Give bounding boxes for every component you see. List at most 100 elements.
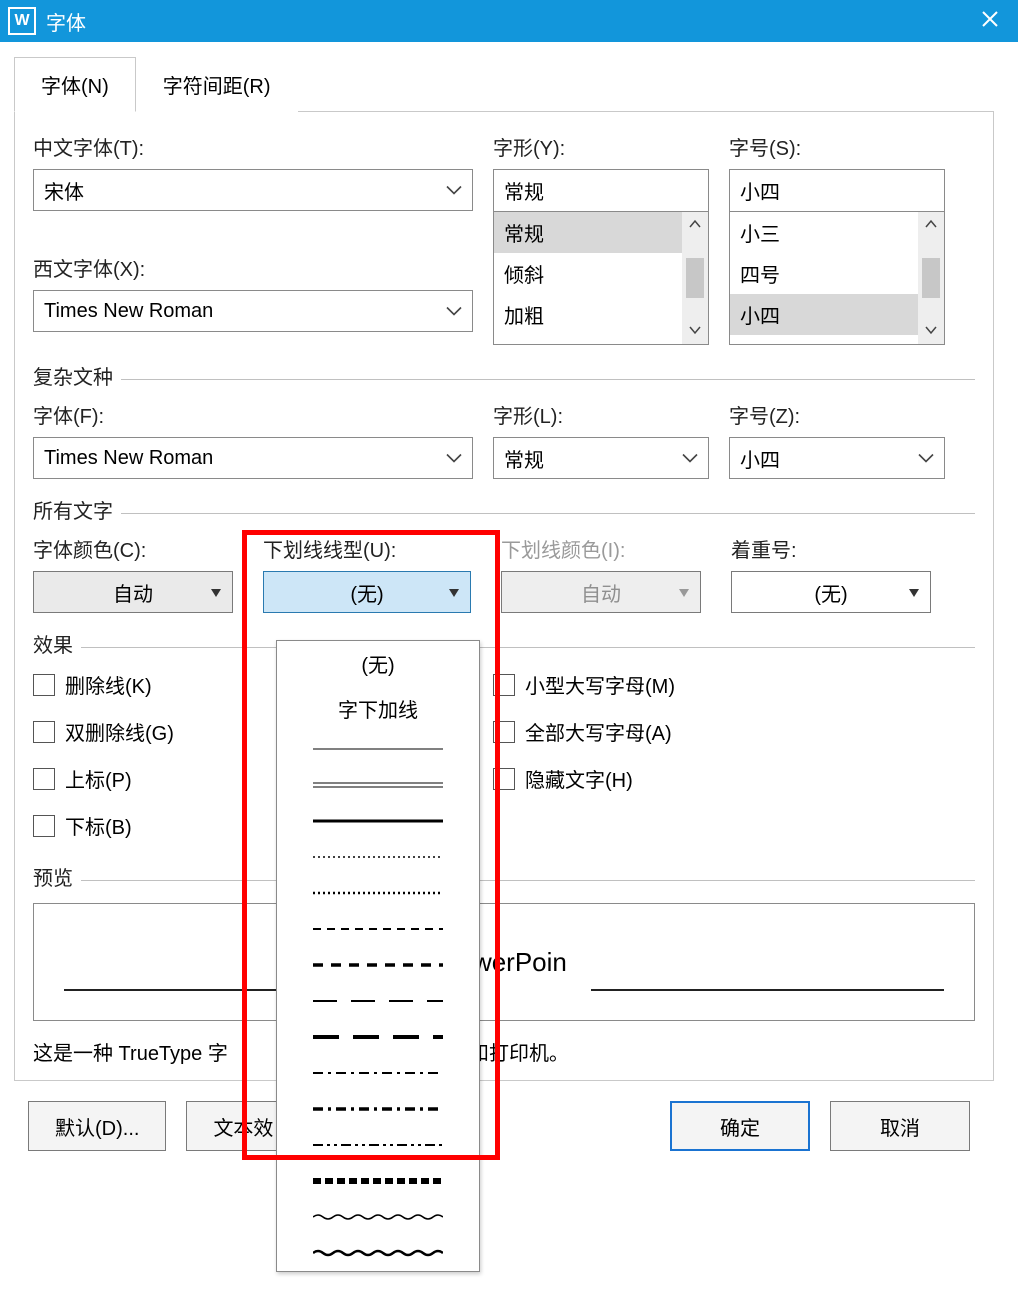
- checkbox-icon: [493, 721, 515, 743]
- chevron-down-icon: [446, 179, 462, 202]
- size-option[interactable]: 四号: [730, 253, 918, 294]
- underline-option-words[interactable]: 字下加线: [277, 686, 479, 731]
- size-input[interactable]: 小四: [729, 169, 945, 211]
- west-font-combo[interactable]: Times New Roman: [33, 290, 473, 332]
- cn-font-combo[interactable]: 宋体: [33, 169, 473, 211]
- checkbox-smallcaps[interactable]: 小型大写字母(M): [493, 670, 933, 699]
- tab-bar: 字体(N) 字符间距(R): [14, 56, 994, 112]
- c-style-combo[interactable]: 常规: [493, 437, 709, 479]
- label-c-size: 字号(Z):: [729, 400, 945, 429]
- preview-area: PowerPoin: [33, 903, 975, 1021]
- chevron-down-icon: [446, 300, 462, 323]
- scroll-up-icon[interactable]: [925, 212, 937, 238]
- scroll-thumb[interactable]: [922, 258, 940, 298]
- underline-option-dot-dash[interactable]: [277, 1055, 479, 1091]
- checkbox-icon: [33, 674, 55, 696]
- checkbox-icon: [33, 768, 55, 790]
- size-option[interactable]: 小三: [730, 212, 918, 253]
- underline-option-dash-long-heavy[interactable]: [277, 1019, 479, 1055]
- underline-option-dot-dash-heavy[interactable]: [277, 1091, 479, 1127]
- underline-option-dash-long[interactable]: [277, 983, 479, 1019]
- size-listbox[interactable]: 小三 四号 小四: [729, 211, 945, 345]
- scroll-thumb[interactable]: [686, 258, 704, 298]
- chevron-down-icon: [918, 447, 934, 470]
- section-effects: 效果: [33, 629, 73, 658]
- label-style: 字形(Y):: [493, 132, 709, 161]
- chevron-down-icon: [682, 447, 698, 470]
- emphasis-dropdown[interactable]: (无): [731, 571, 931, 613]
- titlebar: W 字体: [0, 0, 1018, 42]
- triangle-down-icon: [210, 581, 222, 604]
- underline-option-none[interactable]: (无): [277, 641, 479, 686]
- label-cn-font: 中文字体(T):: [33, 132, 473, 161]
- underline-style-value: (无): [350, 578, 383, 607]
- label-emphasis: 着重号:: [731, 534, 941, 563]
- default-button[interactable]: 默认(D)...: [28, 1101, 166, 1151]
- scroll-up-icon[interactable]: [689, 212, 701, 238]
- tab-spacing[interactable]: 字符间距(R): [136, 57, 298, 112]
- underline-style-dropdown[interactable]: (无): [263, 571, 471, 613]
- underline-color-dropdown: 自动: [501, 571, 701, 613]
- cn-font-value: 宋体: [44, 176, 84, 205]
- c-style-value: 常规: [504, 444, 544, 473]
- checkbox-icon: [493, 674, 515, 696]
- west-font-value: Times New Roman: [44, 300, 213, 323]
- section-all-text: 所有文字: [33, 495, 113, 524]
- dialog-footer: 默认(D)... 文本效 确定 取消: [14, 1081, 994, 1167]
- label-size: 字号(S):: [729, 132, 945, 161]
- checkbox-hidden[interactable]: 隐藏文字(H): [493, 764, 933, 793]
- font-color-dropdown[interactable]: 自动: [33, 571, 233, 613]
- tab-font[interactable]: 字体(N): [14, 57, 136, 112]
- underline-style-popup[interactable]: (无) 字下加线: [276, 640, 480, 1272]
- style-listbox[interactable]: 常规 倾斜 加粗: [493, 211, 709, 345]
- style-option[interactable]: 加粗: [494, 294, 682, 335]
- underline-color-value: 自动: [581, 578, 621, 607]
- underline-option-dash[interactable]: [277, 911, 479, 947]
- underline-option-thick-bar[interactable]: [277, 1163, 479, 1199]
- font-color-value: 自动: [113, 578, 153, 607]
- ok-button[interactable]: 确定: [670, 1101, 810, 1151]
- checkbox-allcaps[interactable]: 全部大写字母(A): [493, 717, 933, 746]
- underline-option-dotted-heavy[interactable]: [277, 875, 479, 911]
- label-underline-color: 下划线颜色(I):: [501, 534, 711, 563]
- section-complex: 复杂文种: [33, 361, 113, 390]
- underline-option-single[interactable]: [277, 731, 479, 767]
- style-input[interactable]: 常规: [493, 169, 709, 211]
- c-font-combo[interactable]: Times New Roman: [33, 437, 473, 479]
- scrollbar[interactable]: [918, 212, 944, 344]
- underline-option-dash-heavy[interactable]: [277, 947, 479, 983]
- style-option[interactable]: 倾斜: [494, 253, 682, 294]
- triangle-down-icon: [678, 581, 690, 604]
- size-option[interactable]: 小四: [730, 294, 918, 335]
- label-c-style: 字形(L):: [493, 400, 709, 429]
- label-font-color: 字体颜色(C):: [33, 534, 243, 563]
- triangle-down-icon: [448, 581, 460, 604]
- checkbox-icon: [493, 768, 515, 790]
- truetype-note: 这是一种 TrueType 字 和打印机。: [33, 1037, 975, 1066]
- close-icon[interactable]: [970, 8, 1010, 34]
- underline-option-dot-dot-dash[interactable]: [277, 1127, 479, 1163]
- app-icon: W: [8, 7, 36, 35]
- label-underline-style: 下划线线型(U):: [263, 534, 481, 563]
- section-preview: 预览: [33, 862, 73, 891]
- c-font-value: Times New Roman: [44, 447, 213, 470]
- scroll-down-icon[interactable]: [689, 318, 701, 344]
- underline-option-dotted[interactable]: [277, 839, 479, 875]
- emphasis-value: (无): [814, 578, 847, 607]
- underline-option-wave-heavy[interactable]: [277, 1235, 479, 1271]
- underline-option-thick[interactable]: [277, 803, 479, 839]
- scroll-down-icon[interactable]: [925, 318, 937, 344]
- c-size-combo[interactable]: 小四: [729, 437, 945, 479]
- checkbox-icon: [33, 815, 55, 837]
- style-option[interactable]: 常规: [494, 212, 682, 253]
- underline-option-wave[interactable]: [277, 1199, 479, 1235]
- label-c-font: 字体(F):: [33, 400, 473, 429]
- label-west-font: 西文字体(X):: [33, 253, 473, 282]
- window-title: 字体: [46, 7, 970, 36]
- preview-line: [591, 933, 944, 991]
- scrollbar[interactable]: [682, 212, 708, 344]
- cancel-button[interactable]: 取消: [830, 1101, 970, 1151]
- underline-option-double[interactable]: [277, 767, 479, 803]
- chevron-down-icon: [446, 447, 462, 470]
- triangle-down-icon: [908, 581, 920, 604]
